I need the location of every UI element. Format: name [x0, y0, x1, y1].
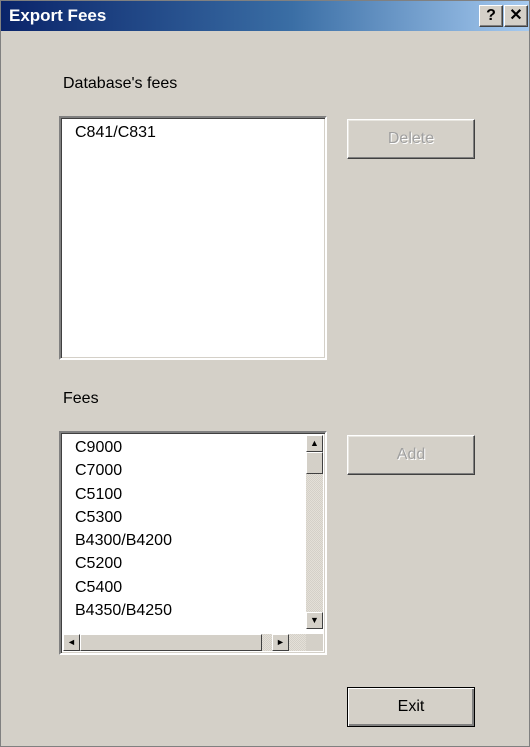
- exit-button[interactable]: Exit: [347, 687, 475, 727]
- list-item[interactable]: C5200: [75, 552, 172, 575]
- export-fees-dialog: Export Fees ? ✕ Database's fees C841/C83…: [0, 0, 530, 747]
- list-item[interactable]: C5300: [75, 506, 172, 529]
- fees-horizontal-scrollbar[interactable]: ◄ ►: [63, 634, 306, 651]
- help-button[interactable]: ?: [479, 5, 503, 27]
- list-item[interactable]: C5100: [75, 483, 172, 506]
- list-item[interactable]: C841/C831: [75, 121, 156, 144]
- list-item[interactable]: B4300/B4200: [75, 529, 172, 552]
- fees-list[interactable]: C9000 C7000 C5100 C5300 B4300/B4200 C5200 C540…: [59, 431, 327, 655]
- scroll-up-arrow-icon[interactable]: ▲: [306, 435, 323, 452]
- fees-label: Fees: [63, 390, 99, 407]
- window-title: Export Fees: [9, 6, 107, 25]
- list-item[interactable]: C7000: [75, 459, 172, 482]
- title-bar[interactable]: Export Fees ? ✕: [1, 1, 529, 31]
- horizontal-scroll-thumb[interactable]: [80, 634, 262, 651]
- add-button[interactable]: Add: [347, 435, 475, 475]
- delete-button[interactable]: Delete: [347, 119, 475, 159]
- close-button[interactable]: ✕: [504, 5, 528, 27]
- database-fees-list[interactable]: C841/C831: [59, 116, 327, 360]
- list-item[interactable]: B4350/B4250: [75, 599, 172, 622]
- list-item[interactable]: C5400: [75, 576, 172, 599]
- scroll-left-arrow-icon[interactable]: ◄: [63, 634, 80, 651]
- scrollbar-corner: [306, 634, 323, 651]
- vertical-scroll-thumb[interactable]: [306, 452, 323, 474]
- fees-items: C9000 C7000 C5100 C5300 B4300/B4200 C5200 C540…: [75, 436, 172, 622]
- scroll-down-arrow-icon[interactable]: ▼: [306, 612, 323, 629]
- fees-vertical-scrollbar[interactable]: ▲ ▼: [306, 435, 323, 629]
- database-fees-label: Database's fees: [63, 75, 178, 92]
- scroll-right-arrow-icon[interactable]: ►: [272, 634, 289, 651]
- list-item[interactable]: C9000: [75, 436, 172, 459]
- database-fees-items: C841/C831: [75, 121, 156, 144]
